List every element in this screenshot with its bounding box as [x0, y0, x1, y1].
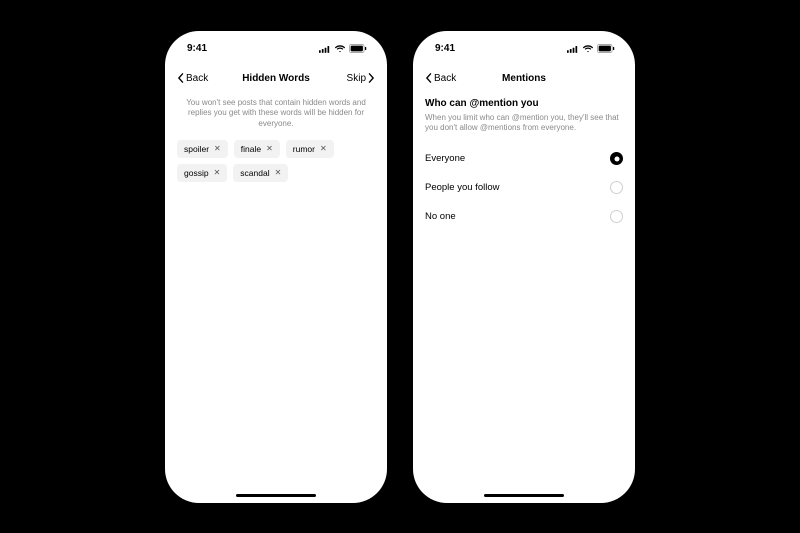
hidden-word-chip[interactable]: spoiler ✕ [177, 140, 228, 158]
home-indicator[interactable] [484, 494, 564, 497]
content-area: You won't see posts that contain hidden … [165, 94, 387, 182]
option-label: People you follow [425, 182, 499, 193]
battery-icon [597, 44, 615, 53]
close-icon[interactable]: ✕ [214, 144, 221, 153]
chevron-right-icon [368, 73, 375, 83]
signal-icon [567, 45, 579, 53]
status-icons [567, 44, 615, 53]
home-indicator[interactable] [236, 494, 316, 497]
status-icons [319, 44, 367, 53]
page-title: Mentions [502, 73, 546, 84]
option-label: Everyone [425, 153, 465, 164]
close-icon[interactable]: ✕ [320, 144, 327, 153]
hidden-word-chip[interactable]: rumor ✕ [286, 140, 334, 158]
phone-mentions: 9:41 Back Mentions Who can @mention you … [413, 31, 635, 503]
content-area: Who can @mention you When you limit who … [413, 94, 635, 232]
nav-bar: Back Hidden Words Skip [165, 67, 387, 94]
radio-icon[interactable] [610, 152, 623, 165]
hidden-word-chip[interactable]: scandal ✕ [233, 164, 288, 182]
hidden-word-chip[interactable]: gossip ✕ [177, 164, 227, 182]
close-icon[interactable]: ✕ [266, 144, 273, 153]
close-icon[interactable]: ✕ [214, 168, 221, 177]
hidden-words-chips: spoiler ✕ finale ✕ rumor ✕ gossip ✕ scandal ✕ [177, 140, 375, 182]
phone-hidden-words: 9:41 Back Hidden Words Skip [165, 31, 387, 503]
back-label: Back [186, 73, 208, 84]
intro-text: You won't see posts that contain hidden … [177, 94, 375, 140]
page-title: Hidden Words [242, 73, 310, 84]
status-bar: 9:41 [413, 31, 635, 67]
mention-option[interactable]: Everyone [425, 144, 623, 173]
radio-icon[interactable] [610, 181, 623, 194]
status-time: 9:41 [435, 43, 455, 54]
signal-icon [319, 45, 331, 53]
chip-label: gossip [184, 168, 209, 178]
section-title: Who can @mention you [425, 98, 623, 109]
back-button[interactable]: Back [425, 73, 456, 84]
chip-label: finale [241, 144, 261, 154]
wifi-icon [334, 45, 346, 53]
mention-options: Everyone People you follow No one [425, 144, 623, 231]
skip-button[interactable]: Skip [347, 73, 375, 84]
chip-label: scandal [240, 168, 269, 178]
close-icon[interactable]: ✕ [275, 168, 282, 177]
back-label: Back [434, 73, 456, 84]
skip-label: Skip [347, 73, 366, 84]
mention-option[interactable]: No one [425, 202, 623, 231]
nav-bar: Back Mentions [413, 67, 635, 94]
chevron-left-icon [425, 73, 432, 83]
back-button[interactable]: Back [177, 73, 208, 84]
status-time: 9:41 [187, 43, 207, 54]
battery-icon [349, 44, 367, 53]
chip-label: spoiler [184, 144, 209, 154]
chip-label: rumor [293, 144, 315, 154]
chevron-left-icon [177, 73, 184, 83]
section-subtitle: When you limit who can @mention you, the… [425, 113, 623, 135]
radio-icon[interactable] [610, 210, 623, 223]
status-bar: 9:41 [165, 31, 387, 67]
hidden-word-chip[interactable]: finale ✕ [234, 140, 280, 158]
mention-option[interactable]: People you follow [425, 173, 623, 202]
option-label: No one [425, 211, 456, 222]
wifi-icon [582, 45, 594, 53]
